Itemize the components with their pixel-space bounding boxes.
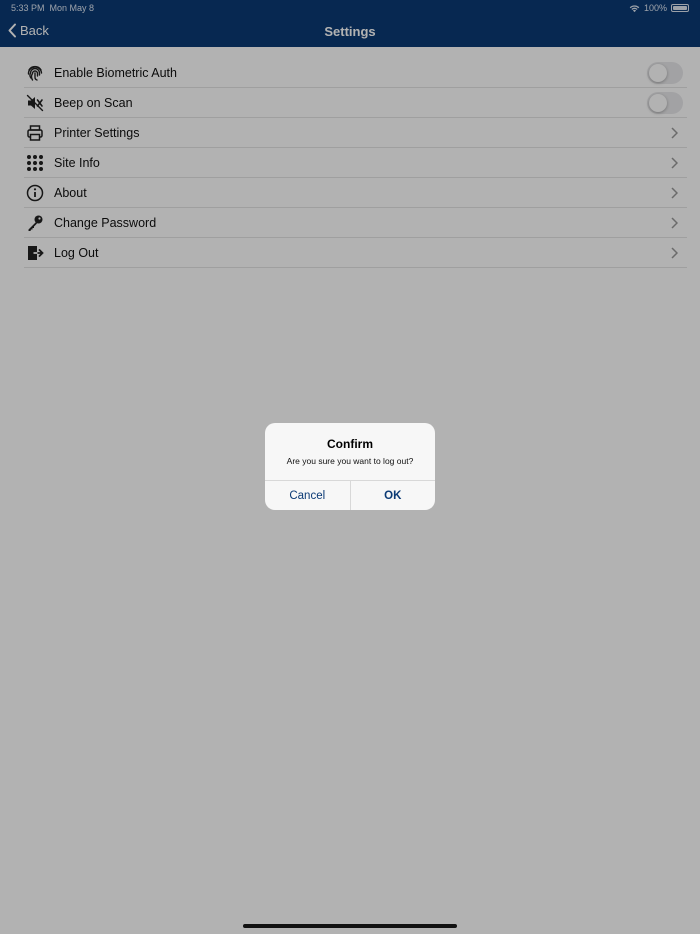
dialog-buttons: Cancel OK xyxy=(265,480,435,510)
dialog-title: Confirm xyxy=(327,437,373,451)
dialog-message: Are you sure you want to log out? xyxy=(286,456,414,466)
ok-button[interactable]: OK xyxy=(351,481,436,510)
home-indicator[interactable] xyxy=(243,924,457,928)
cancel-button[interactable]: Cancel xyxy=(265,481,351,510)
confirm-dialog: Confirm Are you sure you want to log out… xyxy=(265,423,435,510)
